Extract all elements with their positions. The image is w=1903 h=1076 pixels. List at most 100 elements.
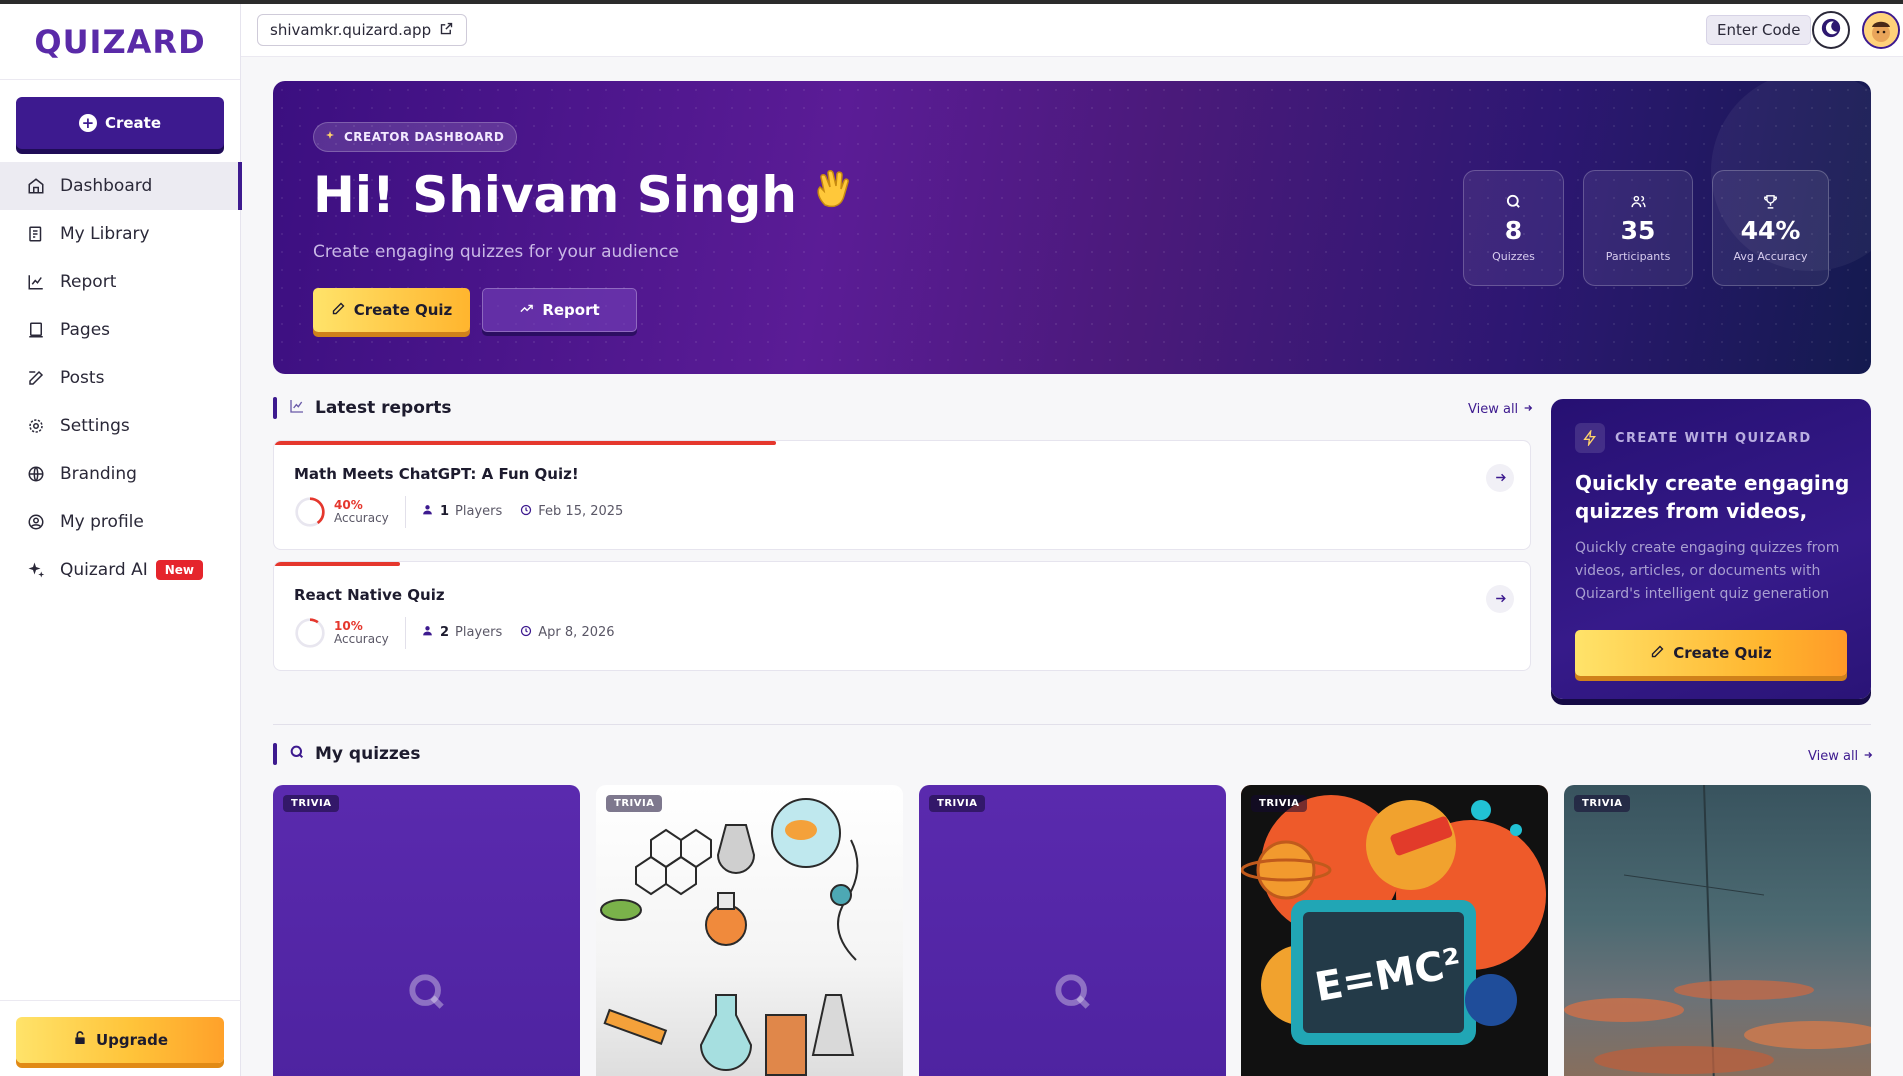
report-label: Report — [542, 301, 600, 319]
sidebar-item-label: Quizard AI — [60, 560, 148, 580]
sidebar-item-label: My profile — [60, 512, 144, 532]
users-icon — [1630, 193, 1647, 211]
upgrade-button[interactable]: Upgrade — [16, 1017, 224, 1063]
trophy-icon — [1762, 193, 1779, 211]
my-quizzes-view-all[interactable]: View all — [1808, 749, 1873, 764]
stat-label: Avg Accuracy — [1733, 250, 1808, 264]
trivia-tag: TRIVIA — [283, 795, 340, 812]
sidebar-item-label: My Library — [60, 224, 150, 244]
chart-icon — [26, 272, 46, 292]
sidebar-item-label: Dashboard — [60, 176, 153, 196]
create-button[interactable]: + Create — [16, 97, 224, 149]
sidebar-item-branding[interactable]: Branding — [0, 450, 241, 498]
sidebar-item-label: Report — [60, 272, 117, 292]
accuracy-ring — [295, 618, 325, 648]
view-all-label: View all — [1468, 402, 1519, 417]
quiz-tile[interactable]: TRIVIA — [273, 785, 580, 1076]
accuracy-label: Accuracy — [334, 511, 389, 525]
trivia-tag: TRIVIA — [1251, 795, 1308, 812]
promo-description: Quickly create engaging quizzes from vid… — [1575, 540, 1840, 603]
lightning-icon — [1575, 423, 1605, 453]
physics-illustration: E=MC² — [1241, 785, 1548, 1076]
theme-toggle-button[interactable] — [1812, 11, 1850, 49]
sparkle-icon — [26, 560, 46, 580]
edit-icon — [26, 368, 46, 388]
latest-reports-title: Latest reports — [315, 398, 452, 418]
accuracy-ring — [295, 497, 325, 527]
quiz-tile[interactable]: TRIVIA — [1564, 785, 1871, 1076]
quizard-logo[interactable]: QUIZARD — [34, 23, 205, 61]
quiz-tile[interactable]: TRIVIA — [919, 785, 1226, 1076]
accuracy-text: 10% Accuracy — [334, 619, 389, 646]
promo-create-quiz-button[interactable]: Create Quiz — [1575, 630, 1847, 676]
globe-icon — [26, 464, 46, 484]
logo-area: QUIZARD — [0, 4, 240, 80]
sidebar-item-my-library[interactable]: My Library — [0, 210, 241, 258]
promo-title: Quickly create engaging quizzes from vid… — [1575, 471, 1850, 523]
chemistry-illustration — [600, 798, 859, 1076]
sidebar: QUIZARD + Create Dashboard My Library Re… — [0, 4, 242, 1076]
greeting-text: Hi! Shivam Singh — [313, 166, 797, 224]
quizard-placeholder-icon — [1051, 970, 1095, 1018]
clock-icon — [520, 625, 532, 641]
accuracy-block: 10% Accuracy — [294, 617, 389, 649]
stat-value: 8 — [1504, 215, 1523, 245]
players-label: Players — [455, 625, 503, 640]
my-quizzes-title: My quizzes — [315, 744, 421, 764]
heading-accent-bar — [273, 397, 277, 419]
sidebar-item-my-profile[interactable]: My profile — [0, 498, 241, 546]
pencil-icon — [331, 301, 346, 320]
quizard-placeholder-icon — [405, 970, 449, 1018]
sidebar-item-label: Posts — [60, 368, 105, 388]
quiz-tile[interactable]: E=MC² TRIVIA — [1241, 785, 1548, 1076]
logo-text: QUIZARD — [34, 22, 206, 61]
home-icon — [26, 176, 46, 196]
accuracy-label: Accuracy — [334, 632, 389, 646]
trivia-tag: TRIVIA — [606, 795, 663, 812]
latest-reports-view-all[interactable]: View all — [1468, 402, 1533, 417]
hero-banner: CREATOR DASHBOARD Hi! Shivam Singh Creat… — [273, 81, 1871, 374]
sidebar-item-pages[interactable]: Pages — [0, 306, 241, 354]
sidebar-item-dashboard[interactable]: Dashboard — [0, 162, 242, 210]
sidebar-item-posts[interactable]: Posts — [0, 354, 241, 402]
report-card[interactable]: Math Meets ChatGPT: A Fun Quiz! 40% Accu… — [273, 440, 1531, 550]
sidebar-item-settings[interactable]: Settings — [0, 402, 241, 450]
stat-value: 44% — [1740, 215, 1801, 245]
arrow-right-icon — [1523, 402, 1533, 417]
sidebar-item-report[interactable]: Report — [0, 258, 241, 306]
stat-card-avg-accuracy: 44% Avg Accuracy — [1712, 170, 1829, 286]
meta-divider — [405, 496, 406, 528]
quiz-icon — [1505, 193, 1522, 211]
upgrade-area: Upgrade — [0, 1000, 241, 1076]
hero-report-button[interactable]: Report — [482, 288, 637, 332]
enter-code-button[interactable]: Enter Code — [1706, 15, 1812, 45]
create-with-quizard-card: CREATE WITH QUIZARD Quickly create engag… — [1551, 399, 1871, 699]
trending-up-icon — [519, 301, 534, 320]
create-quiz-label: Create Quiz — [353, 301, 453, 319]
promo-badge-text: CREATE WITH QUIZARD — [1615, 430, 1812, 446]
quiz-tile[interactable]: TRIVIA — [596, 785, 903, 1076]
pages-icon — [26, 320, 46, 340]
site-url-text: shivamkr.quizard.app — [270, 21, 432, 39]
stat-card-participants: 35 Participants — [1583, 170, 1693, 286]
promo-badge: CREATE WITH QUIZARD — [1575, 423, 1812, 453]
report-meta: 1 Players Feb 15, 2025 — [421, 503, 623, 520]
players-count: 1 — [440, 504, 450, 519]
wand-icon — [324, 130, 336, 145]
hero-subtitle: Create engaging quizzes for your audienc… — [313, 242, 679, 262]
enter-code-label: Enter Code — [1717, 21, 1801, 39]
accuracy-progress-bar — [274, 441, 776, 445]
hero-create-quiz-button[interactable]: Create Quiz — [313, 288, 470, 332]
sidebar-item-quizard-ai[interactable]: Quizard AI New — [0, 546, 241, 594]
avatar[interactable] — [1862, 11, 1900, 49]
report-card[interactable]: React Native Quiz 10% Accuracy 2 Players… — [273, 561, 1531, 671]
open-report-button[interactable] — [1486, 585, 1514, 613]
user-icon — [421, 624, 434, 641]
accuracy-block: 40% Accuracy — [294, 496, 389, 528]
top-bar: shivamkr.quizard.app Enter Code — [241, 4, 1903, 57]
accuracy-progress-bar — [274, 562, 400, 566]
site-url-link[interactable]: shivamkr.quizard.app — [257, 14, 468, 46]
players-label: Players — [455, 504, 503, 519]
open-report-button[interactable] — [1486, 464, 1514, 492]
badge-text: CREATOR DASHBOARD — [344, 130, 505, 144]
